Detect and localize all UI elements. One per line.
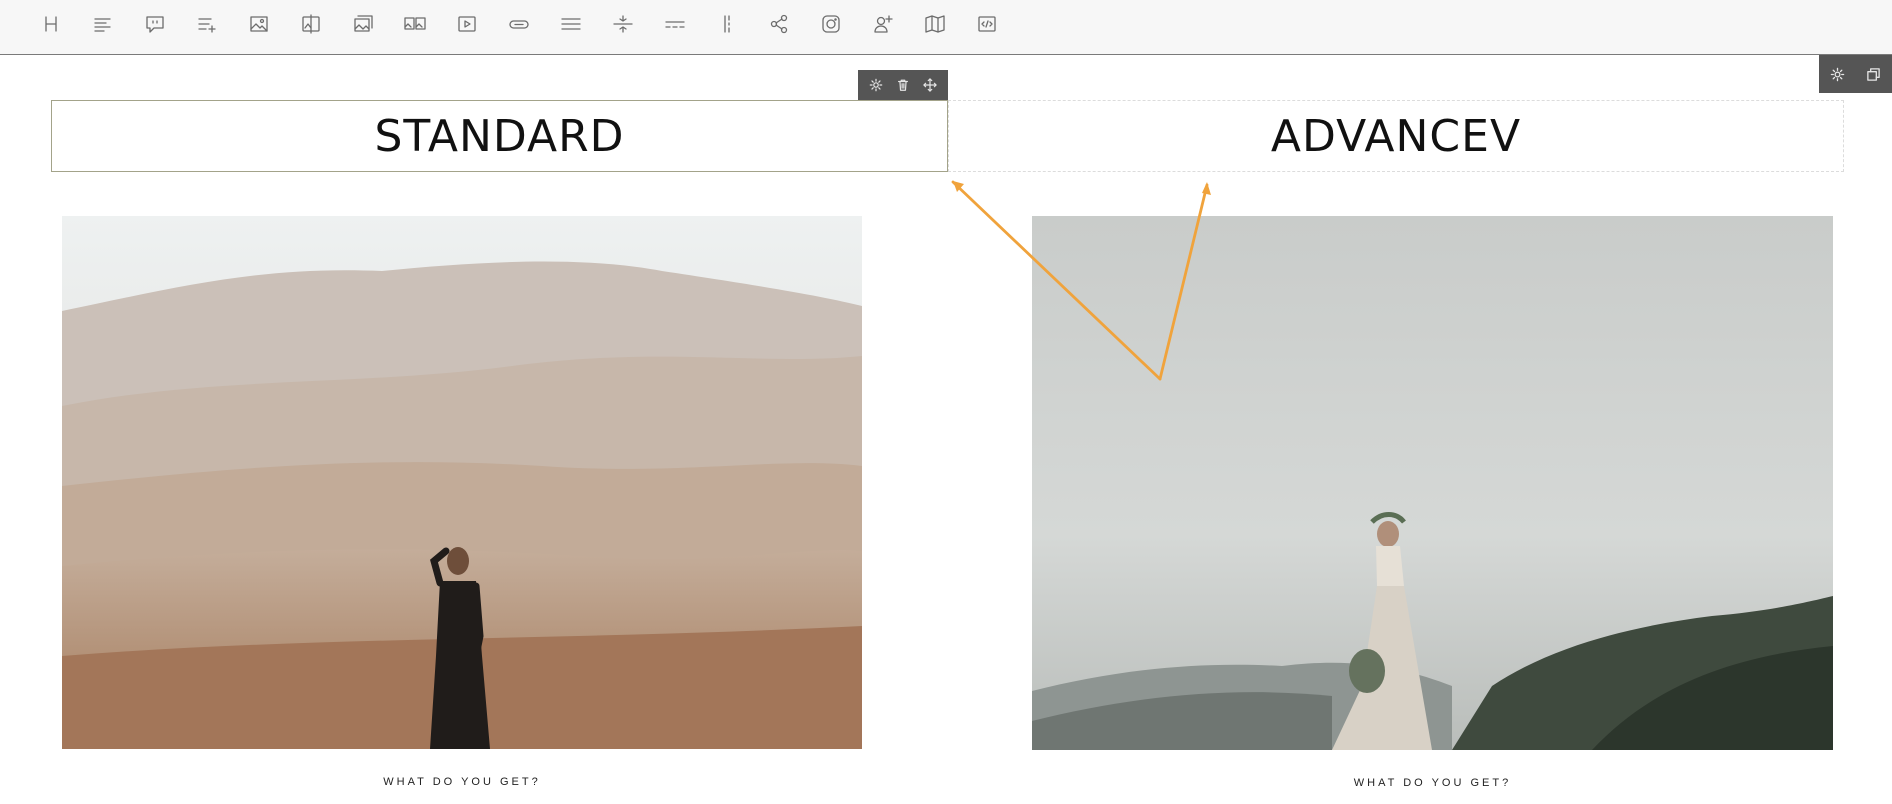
video-icon[interactable] — [452, 10, 482, 38]
add-person-icon[interactable] — [868, 10, 898, 38]
gear-icon[interactable] — [865, 74, 887, 96]
separator-dashed-icon[interactable] — [660, 10, 690, 38]
duplicate-icon[interactable] — [1862, 62, 1886, 86]
spacer-icon[interactable] — [608, 10, 638, 38]
heading-icon[interactable] — [36, 10, 66, 38]
photo-foggy-bride[interactable] — [1032, 216, 1833, 750]
image-icon[interactable] — [244, 10, 274, 38]
block-toolbar — [0, 0, 1892, 55]
gear-icon[interactable] — [1825, 62, 1849, 86]
paragraph-icon[interactable] — [88, 10, 118, 38]
block-controls — [858, 70, 948, 100]
move-icon[interactable] — [919, 74, 941, 96]
divider-lines-icon[interactable] — [556, 10, 586, 38]
code-icon[interactable] — [972, 10, 1002, 38]
map-icon[interactable] — [920, 10, 950, 38]
image-grid-icon[interactable] — [400, 10, 430, 38]
quote-icon[interactable] — [140, 10, 170, 38]
caption-what-do-you-get: WHAT DO YOU GET? — [1353, 777, 1512, 789]
instagram-icon[interactable] — [816, 10, 846, 38]
image-compare-icon[interactable] — [296, 10, 326, 38]
column-heading[interactable]: ADVANCEV — [1271, 111, 1521, 162]
heading-block-standard[interactable]: STANDARD — [51, 100, 948, 172]
column-divider-icon[interactable] — [712, 10, 742, 38]
share-icon[interactable] — [764, 10, 794, 38]
column-heading[interactable]: STANDARD — [374, 111, 624, 162]
trash-icon[interactable] — [892, 74, 914, 96]
caption-what-do-you-get: WHAT DO YOU GET? — [383, 776, 541, 788]
photo-desert-woman[interactable] — [62, 216, 862, 749]
list-add-icon[interactable] — [192, 10, 222, 38]
row-controls — [1819, 55, 1892, 93]
image-gallery-icon[interactable] — [348, 10, 378, 38]
button-icon[interactable] — [504, 10, 534, 38]
heading-block-advancev[interactable]: ADVANCEV — [948, 100, 1844, 172]
